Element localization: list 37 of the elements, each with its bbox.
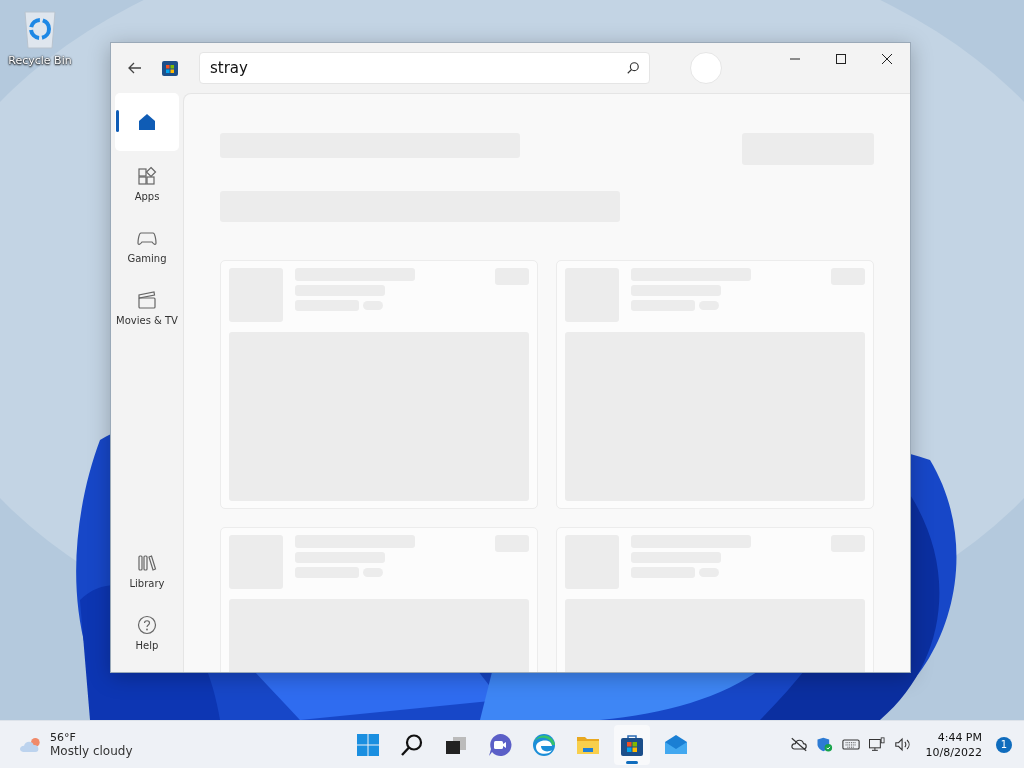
sidebar-item[interactable]: Movies & TV bbox=[115, 279, 179, 337]
sidebar-item[interactable]: Gaming bbox=[115, 217, 179, 275]
recycle-bin-icon[interactable] bbox=[22, 10, 58, 50]
shield-check-icon[interactable] bbox=[815, 737, 834, 752]
cloud-off-icon[interactable] bbox=[789, 737, 808, 752]
close-icon[interactable] bbox=[881, 53, 893, 65]
temperature[interactable]: 56°F bbox=[50, 731, 133, 744]
video-chat-icon bbox=[488, 732, 512, 757]
home-icon bbox=[137, 112, 157, 132]
clock-time[interactable]: 4:44 PM bbox=[937, 730, 982, 744]
selection-indicator bbox=[116, 110, 119, 132]
sidebar-item[interactable]: Apps bbox=[115, 155, 179, 213]
search-icon[interactable] bbox=[626, 61, 640, 75]
help-icon bbox=[137, 615, 157, 635]
taskbar-app[interactable] bbox=[614, 724, 650, 765]
search-field[interactable]: stray bbox=[199, 52, 650, 84]
volume-icon[interactable] bbox=[893, 737, 912, 752]
back-arrow-icon[interactable] bbox=[127, 60, 143, 76]
store-bag-icon bbox=[620, 732, 644, 757]
maximize-icon[interactable] bbox=[835, 53, 847, 65]
store-bag-icon bbox=[161, 59, 179, 77]
clock-date[interactable]: 10/8/2022 bbox=[925, 745, 982, 759]
clapperboard-icon bbox=[137, 290, 157, 310]
apps-grid-icon bbox=[137, 166, 157, 186]
library-books-icon bbox=[137, 553, 157, 573]
windows-logo-icon bbox=[356, 732, 380, 757]
notification-badge[interactable]: 1 bbox=[996, 736, 1012, 753]
keyboard-icon[interactable] bbox=[841, 737, 860, 752]
mail-envelope-icon bbox=[664, 732, 688, 757]
network-monitor-icon[interactable] bbox=[867, 737, 886, 752]
weather-condition[interactable]: Mostly cloudy bbox=[50, 744, 133, 758]
sidebar-item[interactable]: Library bbox=[115, 542, 179, 600]
sidebar-item[interactable] bbox=[115, 93, 179, 151]
sidebar-item[interactable]: Help bbox=[115, 604, 179, 662]
search-icon bbox=[400, 732, 424, 757]
edge-browser-icon bbox=[532, 732, 556, 757]
running-indicator bbox=[626, 760, 638, 764]
